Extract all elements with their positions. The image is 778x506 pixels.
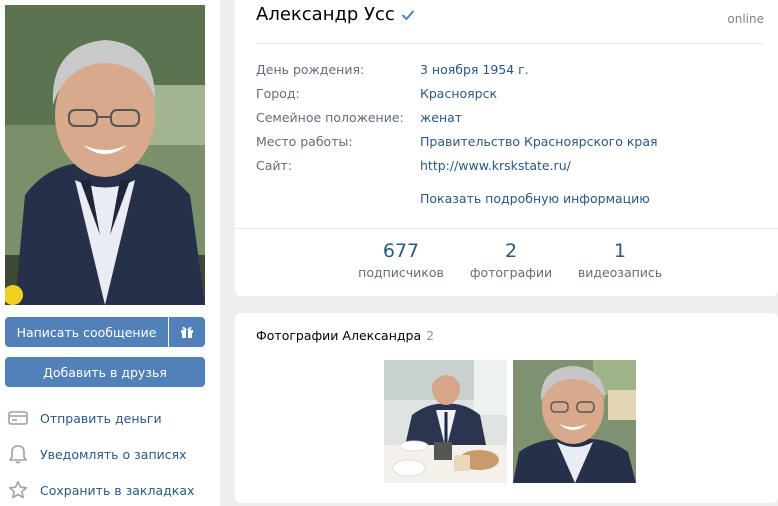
avatar-photo bbox=[5, 5, 205, 305]
divider bbox=[256, 43, 764, 44]
counter-photos[interactable]: 2 фотографии bbox=[461, 240, 561, 280]
info-row-family: Семейное положение: женат bbox=[256, 110, 462, 130]
show-details-link[interactable]: Показать подробную информацию bbox=[420, 191, 650, 206]
online-status: online bbox=[727, 12, 764, 26]
profile-card: Александр Усс online День рождения: 3 но… bbox=[235, 0, 778, 296]
card-icon bbox=[5, 407, 31, 429]
info-row-city: Город: Красноярск bbox=[256, 86, 497, 106]
counter-label: видеозапись bbox=[577, 265, 663, 280]
photos-header[interactable]: Фотографии Александра 2 bbox=[256, 328, 434, 343]
info-value-family[interactable]: женат bbox=[420, 110, 462, 130]
counters-row: 677 подписчиков 2 фотографии 1 видеозапи… bbox=[235, 240, 778, 290]
info-value-birthday[interactable]: 3 ноября 1954 г. bbox=[420, 62, 529, 82]
star-icon bbox=[5, 479, 31, 501]
info-value-site[interactable]: http://www.krskstate.ru/ bbox=[420, 158, 571, 178]
photo-thumbnail[interactable] bbox=[513, 360, 636, 483]
info-value-work[interactable]: Правительство Красноярского края bbox=[420, 134, 658, 154]
info-label: Место работы: bbox=[256, 134, 353, 149]
info-label: Город: bbox=[256, 86, 300, 101]
gift-icon bbox=[181, 326, 193, 338]
profile-name: Александр Усс bbox=[256, 4, 395, 25]
add-friend-button[interactable]: Добавить в друзья bbox=[5, 357, 205, 387]
profile-name-row: Александр Усс bbox=[256, 4, 415, 25]
info-label: Семейное положение: bbox=[256, 110, 404, 125]
info-row-birthday: День рождения: 3 ноября 1954 г. bbox=[256, 62, 529, 82]
notify-link[interactable]: Уведомлять о записях bbox=[5, 436, 215, 472]
send-money-link[interactable]: Отправить деньги bbox=[5, 400, 215, 436]
counter-followers[interactable]: 677 подписчиков bbox=[351, 240, 451, 280]
info-row-work: Место работы: Правительство Красноярског… bbox=[256, 134, 658, 154]
info-label: День рождения: bbox=[256, 62, 365, 77]
gift-button[interactable] bbox=[169, 317, 205, 347]
photo-image bbox=[513, 360, 636, 483]
side-actions-list: Отправить деньги Уведомлять о записях Со… bbox=[5, 400, 215, 506]
photos-title: Фотографии Александра bbox=[256, 328, 422, 343]
send-money-label: Отправить деньги bbox=[40, 410, 162, 426]
bookmark-link[interactable]: Сохранить в закладках bbox=[5, 472, 215, 506]
counter-label: подписчиков bbox=[358, 265, 444, 280]
checkmark-icon bbox=[401, 10, 414, 20]
bookmark-label: Сохранить в закладках bbox=[40, 482, 195, 498]
divider bbox=[235, 228, 778, 229]
counter-number: 2 bbox=[504, 240, 518, 262]
photo-thumbnail[interactable] bbox=[384, 360, 507, 483]
info-value-city[interactable]: Красноярск bbox=[420, 86, 497, 106]
bell-icon bbox=[5, 443, 31, 465]
send-message-button[interactable]: Написать сообщение bbox=[5, 317, 168, 347]
counter-label: фотографии bbox=[469, 265, 553, 280]
profile-avatar[interactable] bbox=[5, 5, 205, 305]
photo-image bbox=[384, 360, 507, 483]
info-label: Сайт: bbox=[256, 158, 293, 173]
info-row-site: Сайт: http://www.krskstate.ru/ bbox=[256, 158, 571, 178]
photos-card: Фотографии Александра 2 bbox=[235, 313, 778, 503]
left-column: Написать сообщение Добавить в друзья Отп… bbox=[0, 0, 220, 506]
counter-number: 677 bbox=[382, 240, 420, 262]
notify-label: Уведомлять о записях bbox=[40, 446, 187, 462]
counter-videos[interactable]: 1 видеозапись bbox=[570, 240, 670, 280]
counter-number: 1 bbox=[613, 240, 627, 262]
photos-count: 2 bbox=[426, 328, 435, 343]
